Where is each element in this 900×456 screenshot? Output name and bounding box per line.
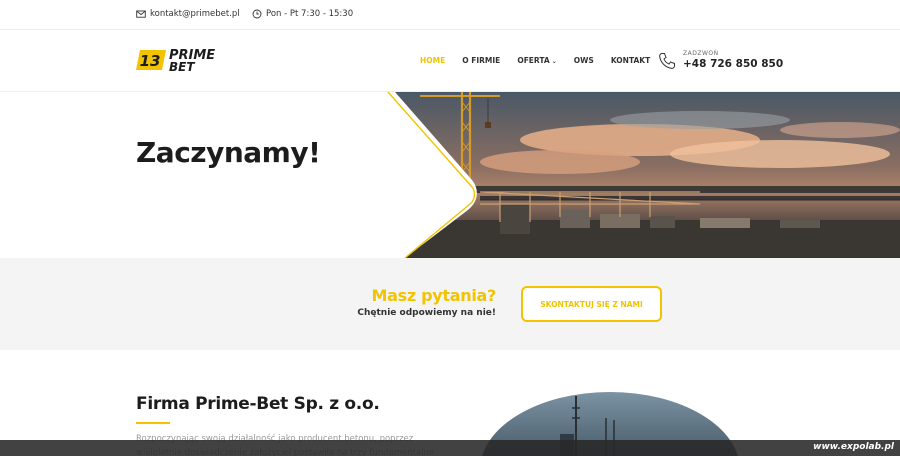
logo-mark: 13 — [140, 52, 161, 70]
prime-bet-logo[interactable]: 13 PRIME BET — [136, 46, 240, 74]
watermark-text: www.expolab.pl — [813, 442, 894, 452]
main-nav: HOME O FIRMIE OFERTA ⌄ OWS KONTAKT — [420, 56, 667, 65]
nav-oferta[interactable]: OFERTA ⌄ — [517, 56, 556, 65]
hero-construction-photo — [387, 92, 900, 258]
topbar-hours-text: Pon - Pt 7:30 - 15:30 — [266, 9, 354, 19]
nav-ows[interactable]: OWS — [574, 56, 594, 65]
contact-us-button[interactable]: SKONTAKTUJ SIĘ Z NAMI — [521, 286, 662, 322]
nav-home[interactable]: HOME — [420, 56, 445, 65]
header-phone[interactable]: ZADZWOŃ +48 726 850 850 — [658, 50, 783, 71]
site-header: 13 PRIME BET HOME O FIRMIE OFERTA ⌄ OWS K… — [0, 30, 900, 92]
phone-icon — [659, 52, 675, 69]
nav-o-firmie[interactable]: O FIRMIE — [462, 56, 500, 65]
topbar-hours: Pon - Pt 7:30 - 15:30 — [252, 9, 353, 19]
nav-kontakt[interactable]: KONTAKT — [611, 56, 650, 65]
top-bar: kontakt@primebet.pl Pon - Pt 7:30 - 15:3… — [0, 0, 900, 30]
logo-line2: BET — [169, 60, 195, 74]
topbar-email-text: kontakt@primebet.pl — [150, 9, 240, 19]
hero-title: Zaczynamy! — [136, 136, 321, 169]
cta-subtitle: Chętnie odpowiemy na nie! — [357, 308, 496, 318]
hero-section: Zaczynamy! — [0, 92, 900, 258]
about-title-underline — [136, 422, 170, 424]
cta-question: Masz pytania? — [371, 286, 496, 305]
phone-label: ZADZWOŃ — [683, 50, 719, 57]
topbar-email[interactable]: kontakt@primebet.pl — [136, 9, 240, 19]
cta-band: Masz pytania? Chętnie odpowiemy na nie! … — [0, 258, 900, 350]
about-title: Firma Prime-Bet Sp. z o.o. — [136, 394, 380, 414]
watermark-bar: www.expolab.pl — [0, 440, 900, 456]
envelope-icon — [136, 10, 146, 18]
nav-oferta-label: OFERTA — [517, 56, 550, 65]
chevron-down-icon: ⌄ — [551, 58, 557, 65]
phone-number: +48 726 850 850 — [683, 58, 784, 70]
clock-icon — [252, 9, 262, 19]
